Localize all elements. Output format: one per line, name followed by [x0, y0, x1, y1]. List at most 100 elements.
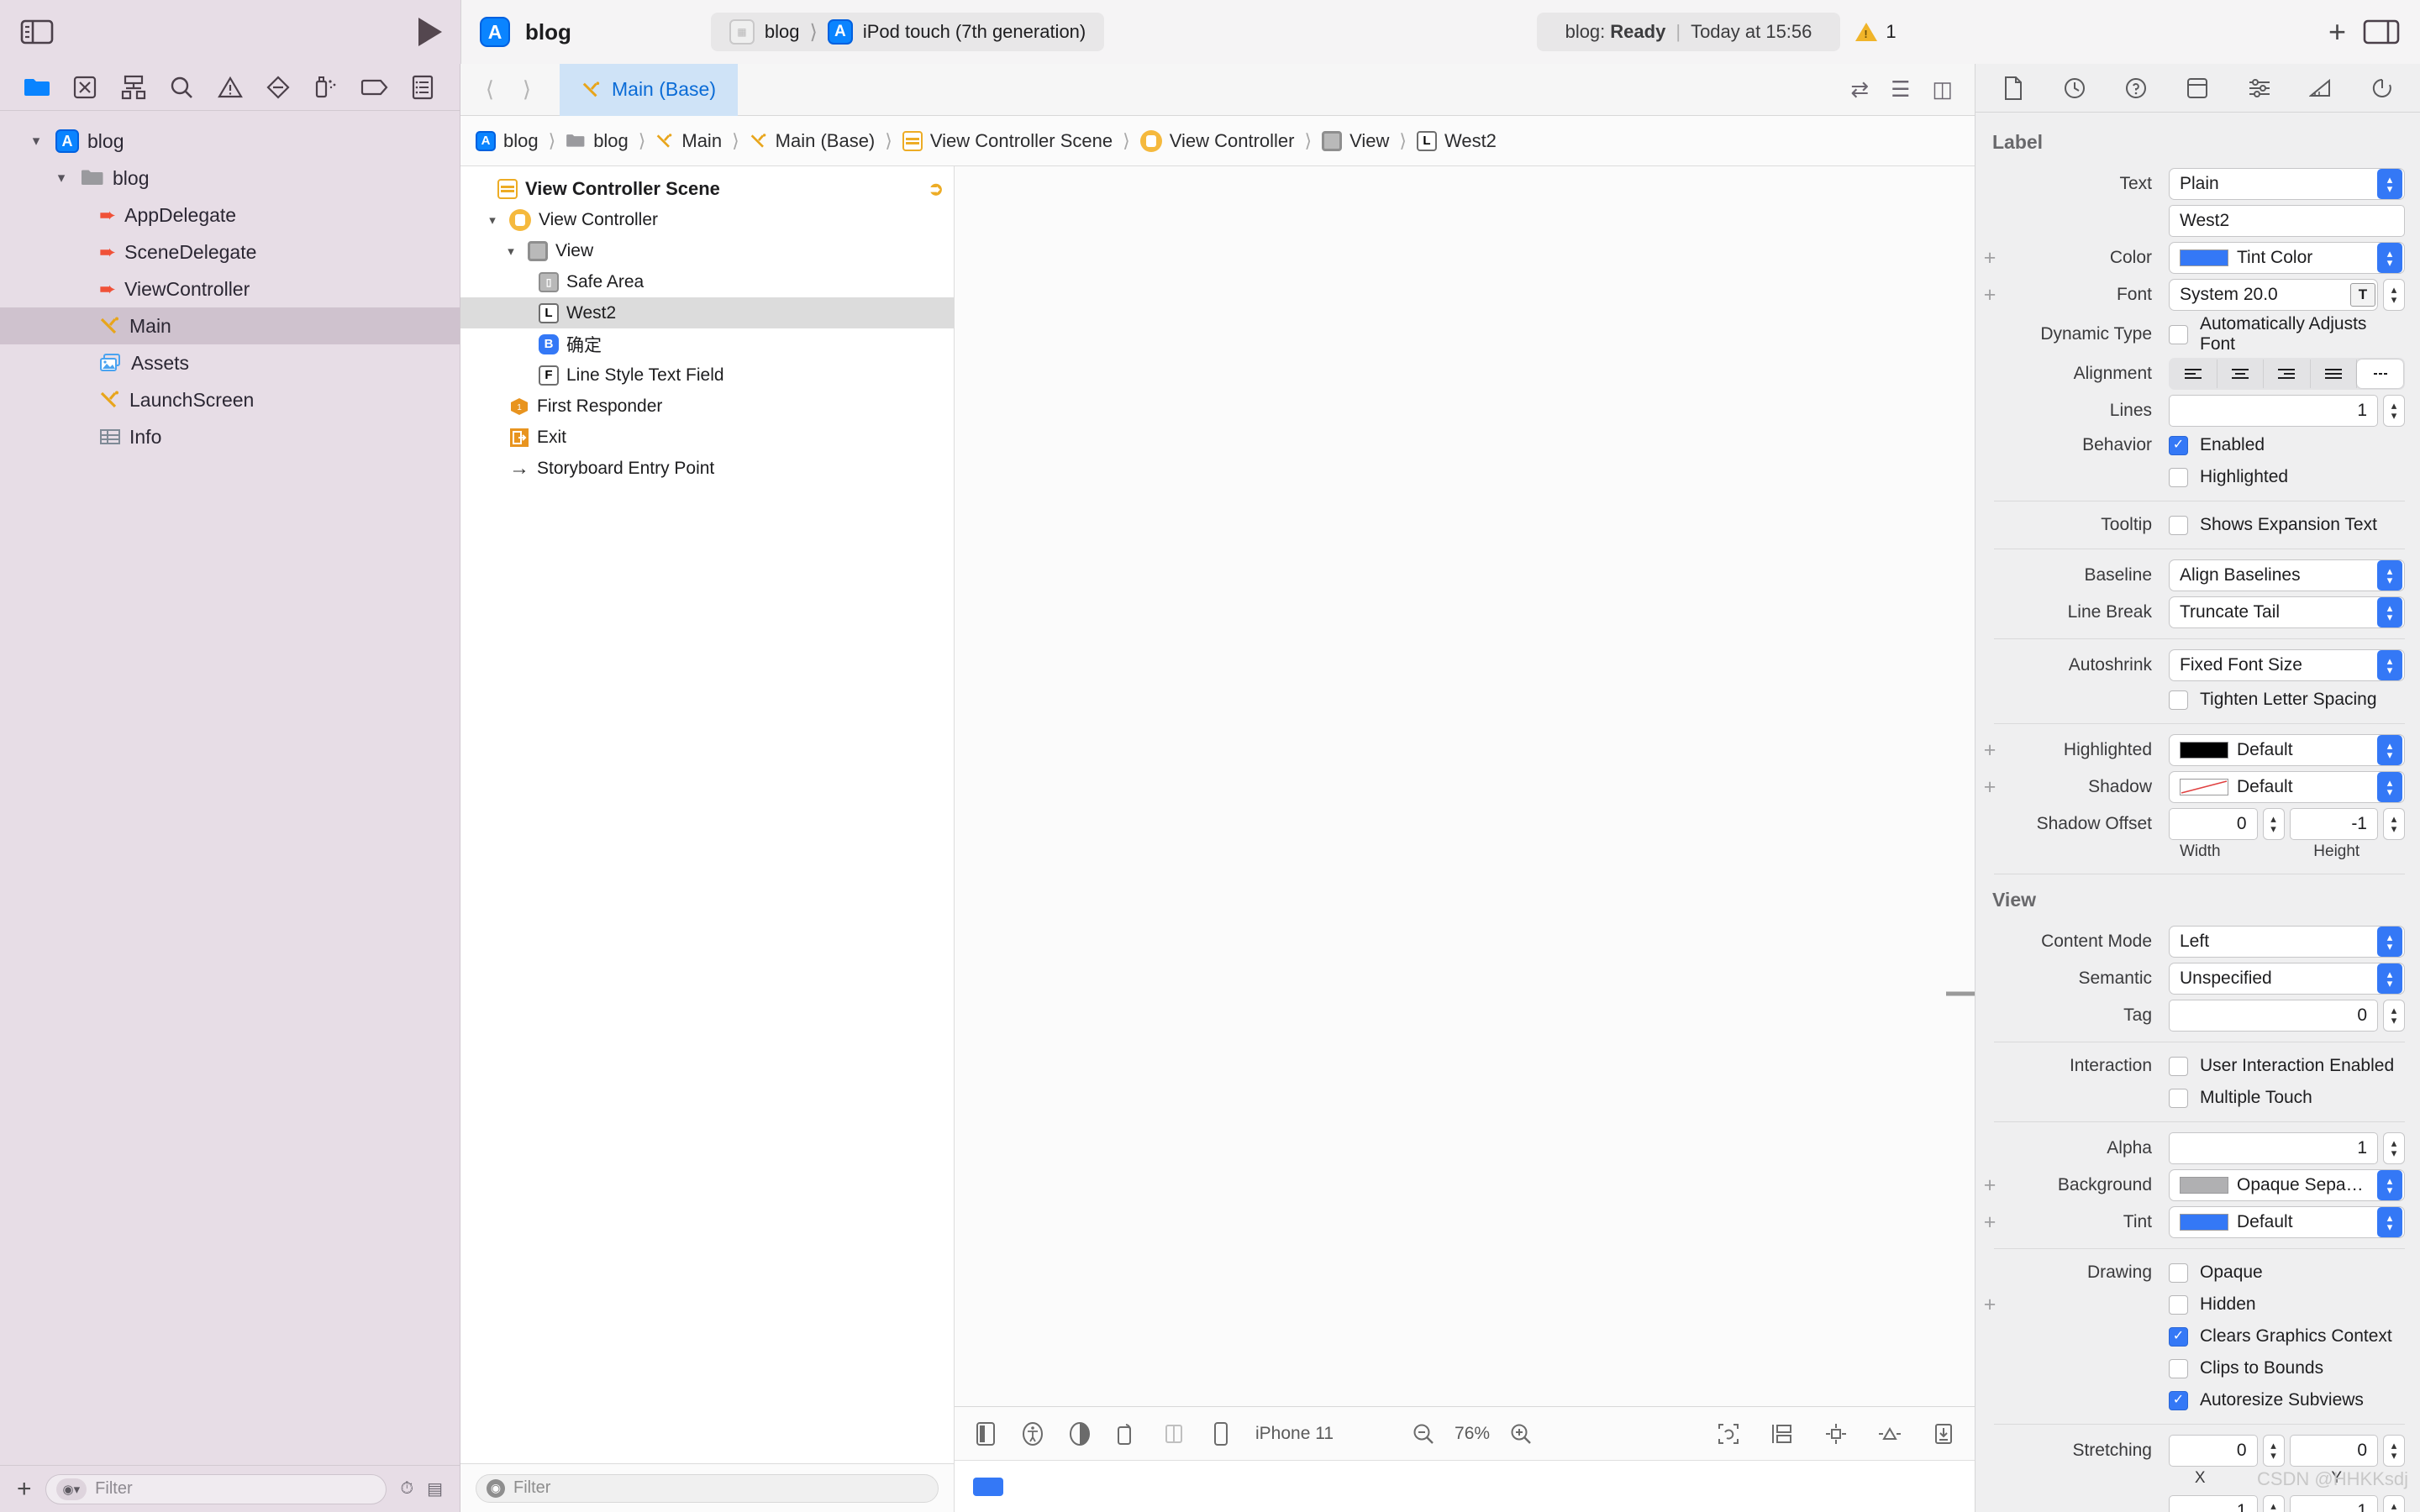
navigator-toggle-icon[interactable] — [18, 18, 55, 46]
add-variation-icon[interactable]: + — [1981, 1173, 1999, 1198]
shadow-offset-height-stepper[interactable]: ▴ ▾ — [2383, 808, 2405, 840]
zoom-out-icon[interactable] — [1411, 1421, 1436, 1446]
font-combo[interactable]: System 20.0 T — [2169, 279, 2378, 311]
content-mode-combo[interactable]: Left ▴ ▾ — [2169, 926, 2405, 958]
color-combo[interactable]: Tint Color ▴ ▾ — [2169, 242, 2405, 274]
highlighted-color-combo[interactable]: Default ▴ ▾ — [2169, 734, 2405, 766]
add-editor-button[interactable]: + — [2328, 14, 2346, 50]
add-variation-icon[interactable]: + — [1981, 246, 1999, 270]
chevron-updown-icon[interactable]: ▴ ▾ — [2377, 1207, 2402, 1237]
nav-item-main-storyboard[interactable]: Main — [0, 307, 460, 344]
scene-arrow-icon[interactable]: ➲ — [929, 178, 944, 200]
background-combo[interactable]: Opaque Separator... ▴▾ — [2169, 1169, 2405, 1201]
inspector-tab-file-icon[interactable] — [1994, 71, 2033, 105]
tag-input[interactable]: 0 — [2169, 1000, 2378, 1032]
nav-tab-breakpoint-icon[interactable] — [353, 71, 397, 104]
alpha-stepper[interactable]: ▴ ▾ — [2383, 1132, 2405, 1164]
nav-item-viewcontroller[interactable]: ➨ ViewController — [0, 270, 460, 307]
line-break-combo[interactable]: Truncate Tail ▴ ▾ — [2169, 596, 2405, 628]
inspector-tab-help-icon[interactable] — [2117, 71, 2155, 105]
nav-item-appdelegate[interactable]: ➨ AppDelegate — [0, 197, 460, 234]
breadcrumb-item-1[interactable]: blog — [566, 130, 629, 152]
color-swatch[interactable] — [2180, 249, 2228, 266]
outline-item-view[interactable]: ▾ V View — [460, 235, 954, 266]
background-swatch[interactable] — [2180, 1177, 2228, 1194]
filter-chip-icon[interactable] — [973, 1477, 1003, 1496]
nav-item-scenedelegate[interactable]: ➨ SceneDelegate — [0, 234, 460, 270]
tighten-letter-spacing-checkbox[interactable] — [2169, 690, 2188, 710]
lines-input[interactable]: 1 — [2169, 395, 2378, 427]
nav-tab-report-icon[interactable] — [401, 71, 445, 104]
shadow-offset-width-stepper[interactable]: ▴ ▾ — [2262, 808, 2285, 840]
multiple-touch-checkbox[interactable] — [2169, 1088, 2188, 1108]
recent-files-icon[interactable]: ⏱ — [400, 1479, 413, 1499]
nav-tab-source-control-icon[interactable] — [63, 71, 107, 104]
align-right-icon[interactable] — [2264, 360, 2311, 388]
clips-to-bounds-checkbox[interactable] — [2169, 1358, 2188, 1378]
enabled-checkbox[interactable]: ✓ — [2169, 435, 2188, 455]
alpha-input[interactable]: 1 — [2169, 1132, 2378, 1164]
warning-indicator[interactable]: 1 — [1855, 21, 1897, 43]
storyboard-canvas[interactable]: West2 确定 — [955, 166, 1975, 1406]
forward-chevron-icon[interactable]: ⟩ — [511, 76, 543, 102]
nav-tab-symbol-icon[interactable] — [112, 71, 155, 104]
outline-item-exit[interactable]: ▾ Exit — [460, 422, 954, 453]
tint-swatch[interactable] — [2180, 1214, 2228, 1231]
shadow-offset-width-input[interactable]: 0 — [2169, 808, 2258, 840]
breadcrumb-item-5[interactable]: View Controller — [1139, 129, 1294, 152]
hidden-checkbox[interactable] — [2169, 1294, 2188, 1315]
outline-item-safe-area[interactable]: ▯ Safe Area — [460, 266, 954, 297]
stretch-y-input[interactable]: 0 — [2289, 1435, 2378, 1467]
outline-item-text-field[interactable]: F Line Style Text Field — [460, 360, 954, 391]
update-frames-icon[interactable] — [1716, 1421, 1741, 1446]
size-class-icon[interactable] — [1161, 1421, 1186, 1446]
breadcrumb-item-6[interactable]: V View — [1322, 130, 1389, 152]
nav-item-blog-project[interactable]: ▾ A blog — [0, 123, 460, 160]
nav-tab-find-icon[interactable] — [160, 71, 203, 104]
nav-item-info-plist[interactable]: Info — [0, 418, 460, 455]
source-control-status-icon[interactable]: ▤ — [427, 1478, 443, 1499]
disclosure-icon[interactable]: ▾ — [502, 244, 520, 259]
add-variation-icon[interactable]: + — [1981, 738, 1999, 763]
autoshrink-combo[interactable]: Fixed Font Size ▴ ▾ — [2169, 649, 2405, 681]
font-picker-icon[interactable]: T — [2350, 283, 2375, 307]
lines-stepper[interactable]: ▴ ▾ — [2383, 395, 2405, 427]
add-variation-icon[interactable]: + — [1981, 1293, 1999, 1317]
outline-item-west2[interactable]: L West2 — [460, 297, 954, 328]
highlighted-checkbox[interactable] — [2169, 467, 2188, 487]
filter-scope-pill[interactable]: ◉▾ — [55, 1478, 87, 1500]
shadow-swatch[interactable] — [2180, 779, 2228, 795]
chevron-updown-icon[interactable]: ▴ ▾ — [2377, 1170, 2402, 1200]
breadcrumb-item-7[interactable]: L West2 — [1416, 130, 1497, 152]
baseline-combo[interactable]: Align Baselines ▴ ▾ — [2169, 559, 2405, 591]
align-left-icon[interactable] — [2170, 360, 2217, 388]
run-button[interactable] — [418, 18, 442, 46]
nav-tab-debug-icon[interactable] — [304, 71, 348, 104]
tint-combo[interactable]: Default ▴ ▾ — [2169, 1206, 2405, 1238]
stretch-y-stepper[interactable]: ▴ ▾ — [2383, 1435, 2405, 1467]
clears-graphics-checkbox[interactable]: ✓ — [2169, 1326, 2188, 1347]
disclosure-icon[interactable]: ▾ — [483, 213, 502, 228]
outline-item-entry-point[interactable]: ▾ → Storyboard Entry Point — [460, 453, 954, 484]
breadcrumb-item-0[interactable]: A blog — [476, 130, 539, 152]
breadcrumb-item-2[interactable]: Main — [655, 130, 722, 152]
nav-tab-issue-icon[interactable] — [208, 71, 252, 104]
inspector-tab-attributes-icon[interactable] — [2240, 71, 2279, 105]
navigator-filter-input[interactable]: ◉▾ Filter — [45, 1473, 387, 1504]
alignment-segmented-control[interactable] — [2169, 358, 2405, 390]
nav-item-blog-folder[interactable]: ▾ blog — [0, 160, 460, 197]
adjust-editor-icon[interactable]: ⇄ — [1850, 76, 1869, 102]
outline-filter-input[interactable]: ◉ Filter — [476, 1473, 939, 1503]
chevron-updown-icon[interactable]: ▴ ▾ — [2377, 597, 2402, 627]
align-justified-icon[interactable] — [2311, 360, 2358, 388]
align-icon[interactable] — [1823, 1421, 1849, 1446]
chevron-updown-icon[interactable]: ▴ ▾ — [2377, 963, 2402, 994]
tab-main-base[interactable]: Main (Base) — [560, 63, 738, 116]
embed-in-icon[interactable] — [1770, 1421, 1795, 1446]
shows-expansion-checkbox[interactable] — [2169, 515, 2188, 535]
outline-item-scene[interactable]: ▾ View Controller Scene ➲ — [460, 173, 954, 204]
auto-adjust-font-checkbox[interactable] — [2169, 324, 2188, 344]
stretch-width-stepper[interactable]: ▴▾ — [2262, 1495, 2285, 1512]
stretch-height-input[interactable]: 1 — [2289, 1495, 2378, 1512]
chevron-updown-icon[interactable]: ▴ ▾ — [2377, 650, 2402, 680]
